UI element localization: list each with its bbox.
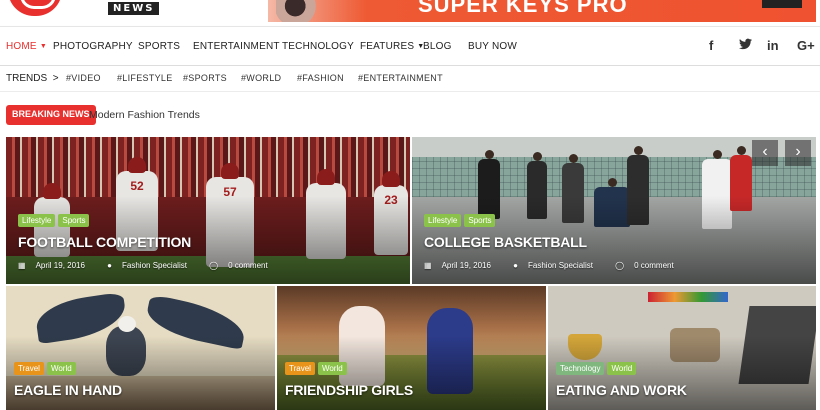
post-date: April 19, 2016 xyxy=(35,261,85,270)
main-navigation: HOME ▼ PHOTOGRAPHY SPORTS ENTERTAINMENT T… xyxy=(0,26,820,66)
nav-item-entertainment[interactable]: ENTERTAINMENT xyxy=(193,41,280,52)
trend-tag-video[interactable]: #VIDEO xyxy=(66,73,101,83)
ad-image xyxy=(276,0,324,22)
nav-item-label: BLOG xyxy=(423,41,452,52)
chevron-right-icon: > xyxy=(52,73,59,84)
eagle-head xyxy=(118,316,136,332)
nav-item-home[interactable]: HOME ▼ xyxy=(6,41,47,52)
category-badge[interactable]: Sports xyxy=(464,214,496,227)
category-badge[interactable]: Technology xyxy=(556,362,605,375)
category-badge[interactable]: World xyxy=(317,362,347,375)
trend-tag-sports[interactable]: #SPORTS xyxy=(183,73,227,83)
calendar-icon: ▦ xyxy=(18,261,26,270)
pencils-image xyxy=(648,292,728,302)
post-comments: 0 comment xyxy=(634,261,674,270)
post-categories: Lifestyle Sports xyxy=(18,214,90,227)
nav-item-technology[interactable]: TECHNOLOGY xyxy=(282,41,354,52)
category-badge[interactable]: World xyxy=(607,362,637,375)
googleplus-icon[interactable]: G+ xyxy=(797,38,815,53)
trend-tag-entertainment[interactable]: #ENTERTAINMENT xyxy=(358,73,443,83)
nav-item-buy-now[interactable]: BUY NOW xyxy=(468,41,517,52)
post-title[interactable]: EAGLE IN HAND xyxy=(14,382,122,398)
facebook-icon[interactable]: f xyxy=(709,38,713,53)
post-categories: Travel World xyxy=(285,362,347,375)
grid-post-eagle[interactable]: Travel World EAGLE IN HAND xyxy=(6,286,275,410)
ad-text: SUPER KEYS PRO xyxy=(418,0,628,17)
post-meta: ▦ April 19, 2016 ● Fashion Specialist ◯ 0 c… xyxy=(424,261,694,270)
post-comments: 0 comment xyxy=(228,261,268,270)
post-title[interactable]: COLLEGE BASKETBALL xyxy=(424,234,587,250)
nav-item-photography[interactable]: PHOTOGRAPHY xyxy=(53,41,133,52)
nav-item-label: HOME xyxy=(6,41,37,52)
featured-post-football[interactable]: 52 57 23 Lifestyle Sports FOOTBALL COMPE… xyxy=(6,137,410,284)
ad-dark-strip xyxy=(762,0,802,8)
nav-item-label: TECHNOLOGY xyxy=(282,41,355,52)
site-logo[interactable] xyxy=(8,0,62,16)
user-icon: ● xyxy=(107,261,113,270)
comment-icon: ◯ xyxy=(615,261,625,270)
user-icon: ● xyxy=(513,261,519,270)
nav-item-features[interactable]: FEATURES ▼ xyxy=(360,41,424,52)
post-meta: ▦ April 19, 2016 ● Fashion Specialist ◯ 0 c… xyxy=(18,261,288,270)
nav-item-sports[interactable]: SPORTS xyxy=(138,41,180,52)
trends-bar: TRENDS > #VIDEO #LIFESTYLE #SPORTS #WORL… xyxy=(0,66,820,92)
trend-tag-world[interactable]: #WORLD xyxy=(241,73,281,83)
post-title[interactable]: EATING AND WORK xyxy=(556,382,687,398)
post-categories: Travel World xyxy=(14,362,76,375)
category-badge[interactable]: Travel xyxy=(285,362,315,375)
post-title[interactable]: FRIENDSHIP GIRLS xyxy=(285,382,413,398)
category-badge[interactable]: World xyxy=(46,362,76,375)
logo-news-label: NEWS xyxy=(108,2,160,15)
nav-item-label: SPORTS xyxy=(138,41,181,52)
post-title[interactable]: FOOTBALL COMPETITION xyxy=(18,234,191,250)
trend-tag-fashion[interactable]: #FASHION xyxy=(297,73,344,83)
breaking-news-badge: BREAKING NEWS xyxy=(6,105,96,125)
nav-item-label: BUY NOW xyxy=(468,41,517,52)
twitter-icon[interactable] xyxy=(739,38,752,53)
nav-item-label: PHOTOGRAPHY xyxy=(53,41,133,52)
trends-label: TRENDS > xyxy=(6,73,59,84)
post-categories: Lifestyle Sports xyxy=(424,214,496,227)
post-date: April 19, 2016 xyxy=(441,261,491,270)
category-badge[interactable]: Lifestyle xyxy=(424,214,462,227)
nav-item-label: ENTERTAINMENT xyxy=(193,41,280,52)
nav-item-label: FEATURES xyxy=(360,41,415,52)
calendar-icon: ▦ xyxy=(424,261,432,270)
grid-post-eating-work[interactable]: Technology World EATING AND WORK xyxy=(548,286,816,410)
grid-post-friendship[interactable]: Travel World FRIENDSHIP GIRLS xyxy=(277,286,546,410)
trend-tag-lifestyle[interactable]: #LIFESTYLE xyxy=(117,73,173,83)
slider-next-button[interactable]: › xyxy=(785,140,811,166)
advertisement-banner[interactable]: SUPER KEYS PRO xyxy=(268,0,816,22)
category-badge[interactable]: Sports xyxy=(58,214,90,227)
post-author: Fashion Specialist xyxy=(528,261,593,270)
top-header: NEWS SUPER KEYS PRO xyxy=(0,0,820,24)
comment-icon: ◯ xyxy=(209,261,219,270)
caret-down-icon: ▼ xyxy=(39,43,47,50)
nav-item-blog[interactable]: BLOG xyxy=(423,41,452,52)
breaking-news-headline[interactable]: Modern Fashion Trends xyxy=(89,109,200,121)
slider-prev-button[interactable]: ‹ xyxy=(752,140,778,166)
linkedin-icon[interactable]: in xyxy=(767,38,779,53)
post-categories: Technology World xyxy=(556,362,637,375)
category-badge[interactable]: Lifestyle xyxy=(18,214,56,227)
post-author: Fashion Specialist xyxy=(122,261,187,270)
category-badge[interactable]: Travel xyxy=(14,362,44,375)
